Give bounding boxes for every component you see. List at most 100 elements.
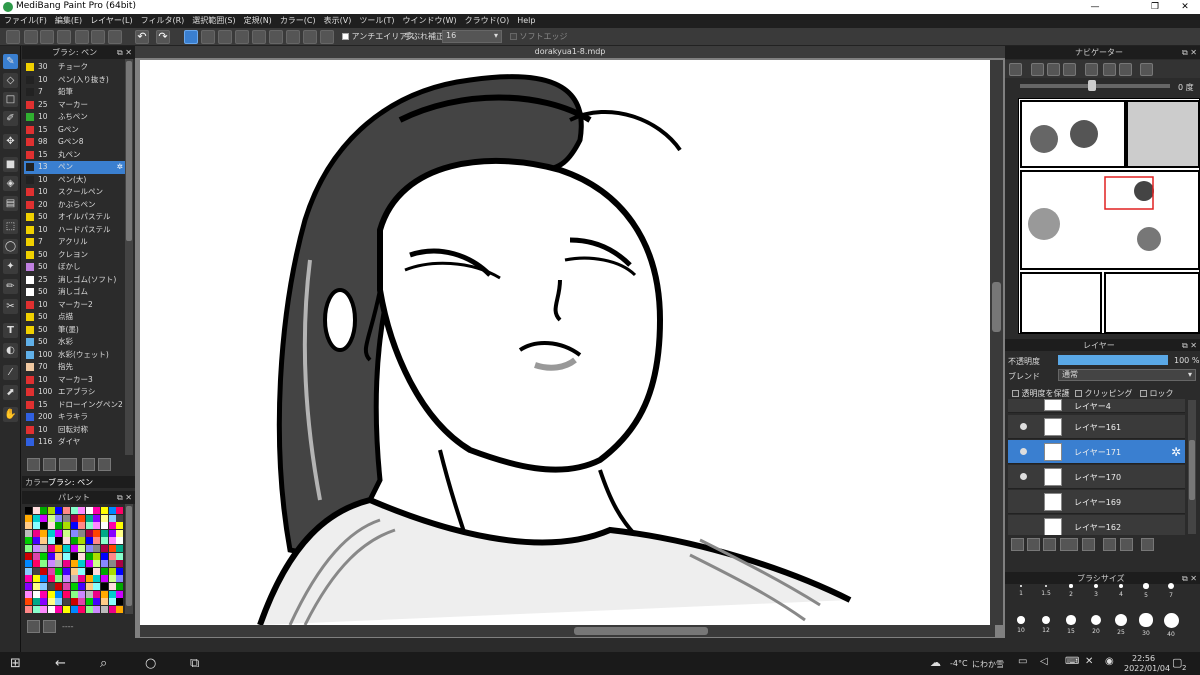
brush-item[interactable]: 50 消しゴム	[24, 286, 125, 299]
brush-size-preset[interactable]: 30	[1135, 605, 1157, 637]
scrollbar-thumb[interactable]	[992, 282, 1001, 332]
scrollbar-thumb[interactable]	[126, 61, 132, 241]
back-arrow-icon[interactable]: ←	[55, 656, 66, 671]
canvas-horizontal-scrollbar[interactable]	[140, 625, 995, 637]
brush-item[interactable]: 50 オイルパステル	[24, 211, 125, 224]
magic-wand-tool-icon[interactable]: ✦	[3, 259, 18, 274]
rotate-right-icon[interactable]	[1119, 63, 1132, 76]
palette-swatch[interactable]	[108, 522, 116, 530]
zoom-in-icon[interactable]	[1009, 63, 1022, 76]
maximize-button[interactable]: ❐	[1140, 0, 1170, 14]
palette-swatch[interactable]	[40, 537, 48, 545]
cloud-icon[interactable]	[6, 30, 20, 44]
palette-swatch[interactable]	[47, 598, 55, 606]
palette-swatch[interactable]	[93, 545, 101, 552]
palette-swatch[interactable]	[78, 560, 86, 568]
palette-swatch[interactable]	[85, 537, 93, 545]
cortana-icon[interactable]: ○	[145, 656, 156, 671]
add-brush-icon[interactable]	[59, 458, 77, 471]
canvas-page[interactable]	[140, 60, 990, 625]
select-tool-icon[interactable]: ⬚	[3, 219, 18, 234]
palette-swatch[interactable]	[55, 529, 63, 537]
snap-radial-icon[interactable]	[252, 30, 266, 44]
palette-swatch[interactable]	[55, 598, 63, 606]
brush-size-preset[interactable]: 25	[1110, 605, 1132, 636]
brush-item[interactable]: 50 クレヨン	[24, 249, 125, 262]
snap-ellipse-icon[interactable]	[303, 30, 317, 44]
palette-swatch[interactable]	[116, 598, 124, 606]
palette-swatch[interactable]	[40, 590, 48, 598]
palette-swatch[interactable]	[101, 522, 108, 530]
palette-swatch[interactable]	[47, 507, 55, 514]
palette-swatch[interactable]	[63, 598, 70, 606]
search-icon[interactable]: ⌕	[100, 656, 107, 671]
brush-item[interactable]: 70 指先	[24, 361, 125, 374]
palette-swatch[interactable]	[108, 507, 116, 514]
palette-swatch[interactable]	[63, 545, 70, 552]
palette-swatch[interactable]	[32, 583, 40, 590]
palette-swatch[interactable]	[40, 545, 48, 552]
brush-cloud-icon[interactable]	[27, 458, 40, 471]
document-tab[interactable]: dorakyua1-8.mdp	[135, 46, 1005, 58]
palette-swatch[interactable]	[32, 545, 40, 552]
palette-swatch[interactable]	[78, 567, 86, 575]
brush-size-preset[interactable]: 4	[1110, 578, 1132, 598]
palette-swatch[interactable]	[93, 537, 101, 545]
palette-swatch[interactable]	[116, 575, 124, 583]
brush-item[interactable]: 7 アクリル	[24, 236, 125, 249]
palette-swatch[interactable]	[55, 605, 63, 613]
notification-icon[interactable]: ▢	[1172, 656, 1182, 669]
brush-size-preset[interactable]: 15	[1060, 605, 1082, 635]
close-icon[interactable]: ⧉ ✕	[117, 491, 132, 504]
operation-tool-icon[interactable]: ⬈	[3, 385, 18, 400]
palette-swatch[interactable]	[32, 598, 40, 606]
palette-swatch[interactable]	[93, 514, 101, 522]
palette-swatch[interactable]	[40, 514, 48, 522]
tray-app-icon[interactable]: ◉	[1105, 656, 1114, 667]
palette-swatch[interactable]	[70, 545, 78, 552]
palette-swatch[interactable]	[101, 598, 108, 606]
layer-row[interactable]: レイヤー4	[1008, 399, 1185, 413]
palette-swatch[interactable]	[78, 507, 86, 514]
palette-swatch[interactable]	[101, 507, 108, 514]
select-pen-tool-icon[interactable]: ✏	[3, 279, 18, 294]
palette-swatch[interactable]	[108, 598, 116, 606]
palette-swatch[interactable]	[78, 575, 86, 583]
palette-swatch[interactable]	[108, 575, 116, 583]
palette-swatch[interactable]	[85, 560, 93, 568]
palette-swatch[interactable]	[47, 605, 55, 613]
antialias-checkbox[interactable]	[342, 33, 349, 40]
palette-swatch[interactable]	[108, 514, 116, 522]
minimize-button[interactable]: —	[1080, 0, 1110, 14]
palette-swatch[interactable]	[63, 583, 70, 590]
palette-swatch[interactable]	[25, 583, 32, 590]
fill-shape-tool-icon[interactable]: ■	[3, 157, 18, 172]
select-eraser-tool-icon[interactable]: ✂	[3, 299, 18, 314]
palette-swatch[interactable]	[47, 575, 55, 583]
layer-list-scrollbar[interactable]	[1188, 400, 1196, 534]
palette-swatch[interactable]	[70, 598, 78, 606]
palette-swatch[interactable]	[55, 567, 63, 575]
palette-swatch[interactable]	[55, 560, 63, 568]
palette-swatch[interactable]	[63, 605, 70, 613]
brush-tool-icon[interactable]: ✎	[3, 54, 18, 69]
palette-swatch[interactable]	[47, 560, 55, 568]
menu-ruler[interactable]: 定規(N)	[240, 14, 276, 28]
palette-swatch[interactable]	[85, 575, 93, 583]
brush-size-preset[interactable]: 1	[1010, 578, 1032, 597]
layer-row[interactable]: レイヤー171 ✲	[1008, 440, 1185, 464]
battery-icon[interactable]: ✕	[1085, 656, 1093, 667]
palette-swatch[interactable]	[25, 598, 32, 606]
palette-swatch[interactable]	[47, 583, 55, 590]
brush-list-scrollbar[interactable]	[125, 59, 133, 455]
brush-item[interactable]: 10 ペン(大)	[24, 174, 125, 187]
menu-filter[interactable]: フィルタ(R)	[137, 14, 189, 28]
palette-swatch[interactable]	[85, 598, 93, 606]
palette-swatch[interactable]	[85, 583, 93, 590]
palette-swatch[interactable]	[85, 605, 93, 613]
panel-icon[interactable]	[91, 30, 105, 44]
page-icon[interactable]	[75, 30, 89, 44]
brush-item[interactable]: 10 ハードパステル	[24, 224, 125, 237]
layer-row[interactable]: レイヤー170	[1008, 465, 1185, 489]
palette-swatch[interactable]	[78, 514, 86, 522]
